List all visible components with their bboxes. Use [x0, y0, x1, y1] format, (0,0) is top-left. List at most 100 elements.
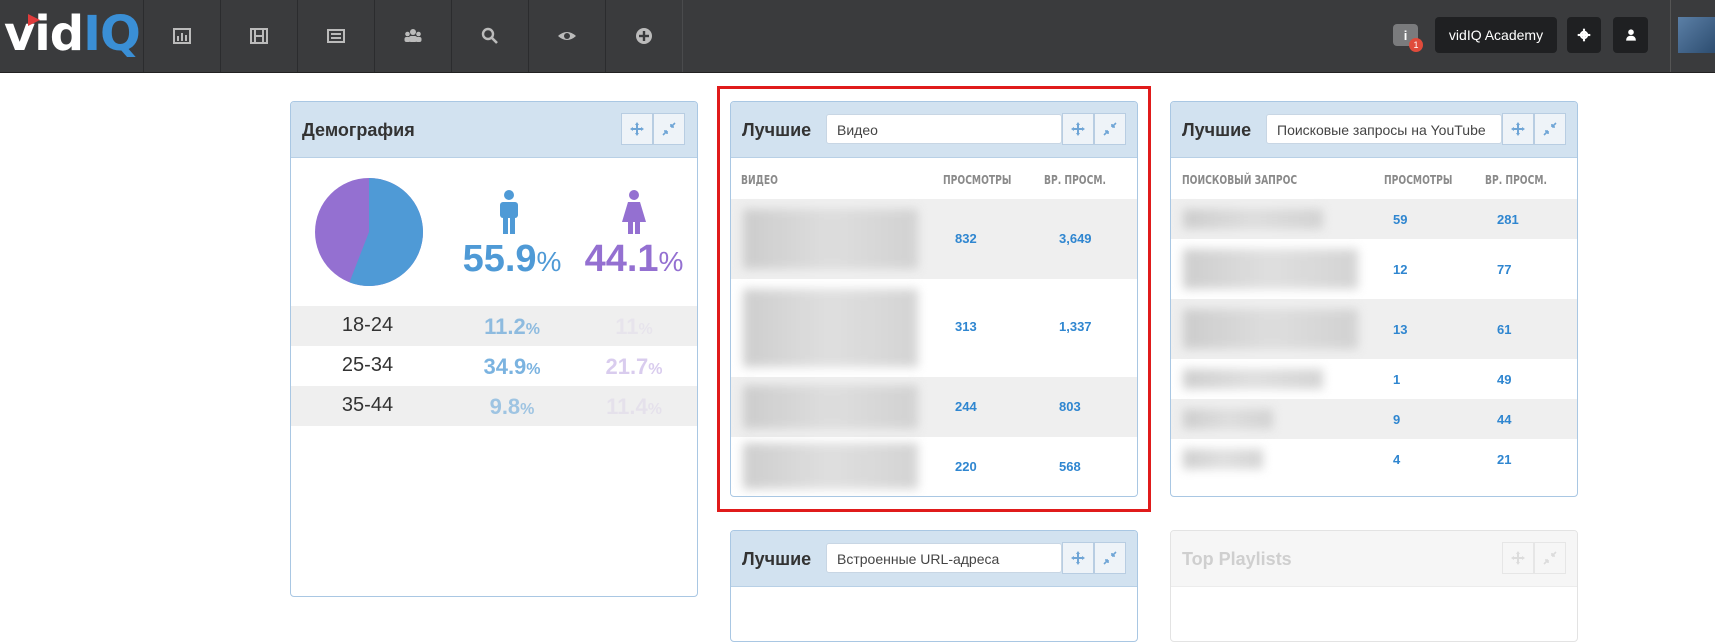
views-value: 9: [1393, 412, 1401, 427]
views-value: 4: [1393, 452, 1401, 467]
move-icon: [630, 122, 644, 136]
list-icon: [327, 29, 345, 43]
male-age-pct: 9.8%: [489, 394, 535, 419]
search-query-blurred[interactable]: [1183, 409, 1273, 429]
male-percentage: 55.9%: [457, 238, 567, 281]
age-row: 18-24 11.2% 11%: [291, 306, 697, 346]
column-header-views[interactable]: ПРОСМОТРЫ: [1384, 173, 1452, 187]
table-row[interactable]: 1 49: [1171, 359, 1577, 399]
top-navbar: vidIQ i 1 vidIQ Academy: [0, 0, 1715, 73]
logo-play-icon: [28, 14, 40, 26]
nav-search-button[interactable]: [451, 0, 529, 72]
age-range: 18-24: [341, 314, 394, 336]
table-row[interactable]: 9 44: [1171, 399, 1577, 439]
age-row: 35-44 9.8% 11.4%: [291, 386, 697, 426]
collapse-button[interactable]: [1534, 113, 1566, 145]
male-age-pct: 34.9%: [483, 354, 541, 379]
top-playlists-panel: Top Playlists: [1170, 530, 1578, 642]
male-age-pct: 11.2%: [484, 314, 540, 339]
table-row[interactable]: 4 21: [1171, 439, 1577, 479]
panel-title: Демография: [302, 120, 415, 140]
panel-title: Лучшие: [1182, 120, 1252, 140]
search-query-blurred[interactable]: [1183, 209, 1323, 229]
table-row[interactable]: 12 77: [1171, 239, 1577, 299]
nav-videos-button[interactable]: [220, 0, 298, 72]
watch-time-value: 61: [1497, 322, 1512, 337]
male-pct-sign: %: [536, 246, 562, 277]
info-icon: i: [1403, 27, 1408, 43]
demographics-panel: Демография 55.9% 44.1% 18-24 11.2% 11% 2…: [290, 101, 698, 597]
logo-text-vid: vid: [4, 6, 84, 62]
column-header-watch-time[interactable]: ВР. ПРОСМ.: [1485, 173, 1547, 187]
views-value: 59: [1393, 212, 1408, 227]
panel-title: Top Playlists: [1182, 549, 1292, 569]
female-pct-sign: %: [658, 246, 684, 277]
compress-icon: [1103, 551, 1117, 565]
top-search-queries-panel: Лучшие Поисковые запросы на YouTube ПОИС…: [1170, 101, 1578, 497]
nav-stats-button[interactable]: [143, 0, 221, 72]
logo-text-iq: IQ: [83, 6, 141, 62]
plus-circle-icon: [636, 28, 652, 44]
watch-time-value: 44: [1497, 412, 1512, 427]
watch-time-value: 21: [1497, 452, 1512, 467]
move-handle[interactable]: [621, 113, 653, 145]
channel-avatar[interactable]: [1678, 17, 1715, 53]
account-button[interactable]: [1613, 17, 1648, 53]
top-type-select[interactable]: Поисковые запросы на YouTube: [1266, 114, 1502, 144]
vidiq-academy-button[interactable]: vidIQ Academy: [1435, 17, 1557, 53]
female-age-pct: 21.7%: [605, 354, 663, 379]
collapse-button[interactable]: [653, 113, 685, 145]
highlight-box: [717, 86, 1151, 512]
panel-header: Лучшие Поисковые запросы на YouTube: [1171, 102, 1577, 158]
move-icon: [1511, 551, 1525, 565]
age-range: 25-34: [341, 354, 394, 376]
watch-time-value: 49: [1497, 372, 1512, 387]
move-handle[interactable]: [1502, 113, 1534, 145]
nav-audience-button[interactable]: [374, 0, 452, 72]
top-type-select[interactable]: Встроенные URL-адреса: [826, 543, 1062, 573]
notification-badge: 1: [1409, 38, 1423, 52]
search-query-blurred[interactable]: [1183, 309, 1358, 349]
panel-header: Лучшие Встроенные URL-адреса: [731, 531, 1137, 587]
female-percentage: 44.1%: [579, 238, 689, 281]
age-range: 35-44: [341, 394, 394, 416]
gender-pie-chart: [315, 178, 423, 286]
search-query-blurred[interactable]: [1183, 369, 1323, 389]
female-age-pct: 11.4%: [606, 394, 662, 419]
compress-icon: [662, 122, 676, 136]
views-value: 12: [1393, 262, 1408, 277]
nav-add-button[interactable]: [605, 0, 683, 72]
top-embedded-urls-panel: Лучшие Встроенные URL-адреса: [730, 530, 1138, 642]
collapse-button[interactable]: [1534, 542, 1566, 574]
panel-title: Лучшие: [742, 549, 812, 569]
nav-list-button[interactable]: [297, 0, 375, 72]
views-value: 1: [1393, 372, 1401, 387]
nav-watch-button[interactable]: [528, 0, 606, 72]
settings-button[interactable]: [1567, 17, 1601, 53]
table-row[interactable]: 13 61: [1171, 299, 1577, 359]
male-pct-value: 55.9: [462, 238, 537, 280]
female-age-pct: 11%: [615, 314, 653, 339]
table-row[interactable]: 59 281: [1171, 199, 1577, 239]
move-handle[interactable]: [1062, 542, 1094, 574]
panel-header: Top Playlists: [1171, 531, 1577, 587]
move-handle[interactable]: [1502, 542, 1534, 574]
search-query-blurred[interactable]: [1183, 449, 1263, 469]
user-icon: [1625, 29, 1636, 41]
watch-time-value: 77: [1497, 262, 1512, 277]
compress-icon: [1543, 122, 1557, 136]
panel-header: Демография: [291, 102, 697, 158]
female-pct-value: 44.1: [584, 238, 659, 280]
bar-chart-icon: [173, 28, 191, 44]
film-icon: [250, 28, 268, 44]
collapse-button[interactable]: [1094, 542, 1126, 574]
compress-icon: [1543, 551, 1557, 565]
male-icon: [500, 190, 518, 234]
search-query-blurred[interactable]: [1183, 249, 1358, 289]
move-icon: [1511, 122, 1525, 136]
navbar-divider: [1670, 0, 1671, 72]
move-icon: [1071, 551, 1085, 565]
column-header-query[interactable]: ПОИСКОВЫЙ ЗАПРОС: [1182, 173, 1297, 187]
views-value: 13: [1393, 322, 1408, 337]
vidiq-logo[interactable]: vidIQ: [4, 6, 141, 62]
